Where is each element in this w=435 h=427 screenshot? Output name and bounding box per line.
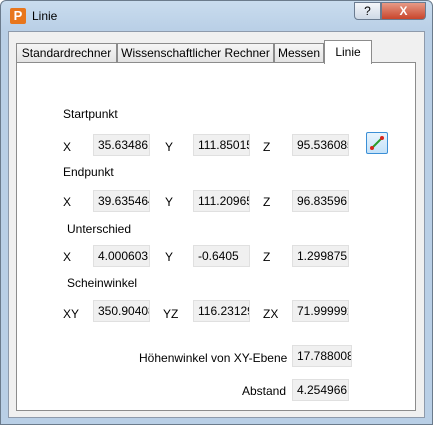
title-bar: P Linie ? X — [1, 1, 432, 31]
distance-label: Abstand — [242, 384, 287, 398]
end-y-value: 111.20965 — [193, 190, 250, 212]
window-title: Linie — [32, 9, 58, 23]
tab-line[interactable]: Linie — [324, 40, 372, 64]
end-z-label: Z — [263, 195, 271, 209]
tab-standard-calculator[interactable]: Standardrechner — [16, 43, 117, 63]
section-start-label: Startpunkt — [63, 107, 118, 121]
tab-measure[interactable]: Messen — [274, 43, 324, 63]
diff-x-value: 4.000603 — [93, 245, 150, 267]
angle-zx-label: ZX — [263, 307, 279, 321]
elevation-label: Höhenwinkel von XY-Ebene — [139, 351, 288, 365]
angle-zx-value: 71.999992 — [292, 300, 349, 322]
help-button[interactable]: ? — [354, 2, 381, 20]
diff-z-value: 1.299875 — [292, 245, 349, 267]
angle-xy-label: XY — [63, 307, 80, 321]
start-z-label: Z — [263, 140, 271, 154]
section-angle-label: Scheinwinkel — [67, 276, 138, 290]
pick-line-button[interactable] — [366, 132, 388, 154]
angle-xy-value: 350.90408 — [93, 300, 150, 322]
diff-x-label: X — [63, 250, 72, 264]
line-pick-icon — [370, 136, 384, 150]
distance-value: 4.254966 — [292, 379, 349, 401]
start-z-value: 95.536085 — [292, 134, 349, 156]
start-x-label: X — [63, 140, 72, 154]
diff-y-label: Y — [165, 250, 174, 264]
start-y-value: 111.85015 — [193, 134, 250, 156]
start-x-value: 35.634861 — [93, 134, 150, 156]
angle-yz-value: 116.23129 — [193, 300, 250, 322]
diff-z-label: Z — [263, 250, 271, 264]
dialog-client: Standardrechner Wissenschaftlicher Rechn… — [8, 31, 425, 418]
angle-yz-label: YZ — [163, 307, 179, 321]
calculator-window: P Linie ? X Standardrechner Wissenschaft… — [0, 0, 433, 425]
section-end-label: Endpunkt — [63, 165, 114, 179]
end-x-label: X — [63, 195, 72, 209]
elevation-value: 17.788008 — [292, 345, 352, 367]
end-y-label: Y — [165, 195, 174, 209]
diff-y-value: -0.6405 — [193, 245, 250, 267]
tab-scientific-calculator[interactable]: Wissenschaftlicher Rechner — [117, 43, 274, 63]
start-y-label: Y — [165, 140, 174, 154]
section-diff-label: Unterschied — [67, 222, 132, 236]
close-button[interactable]: X — [381, 2, 426, 20]
end-x-value: 39.635464 — [93, 190, 150, 212]
line-panel: Startpunkt X 35.634861 Y 111.85015 Z 95.… — [16, 62, 416, 411]
app-logo-icon: P — [10, 8, 26, 24]
end-z-value: 96.83596 — [292, 190, 349, 212]
